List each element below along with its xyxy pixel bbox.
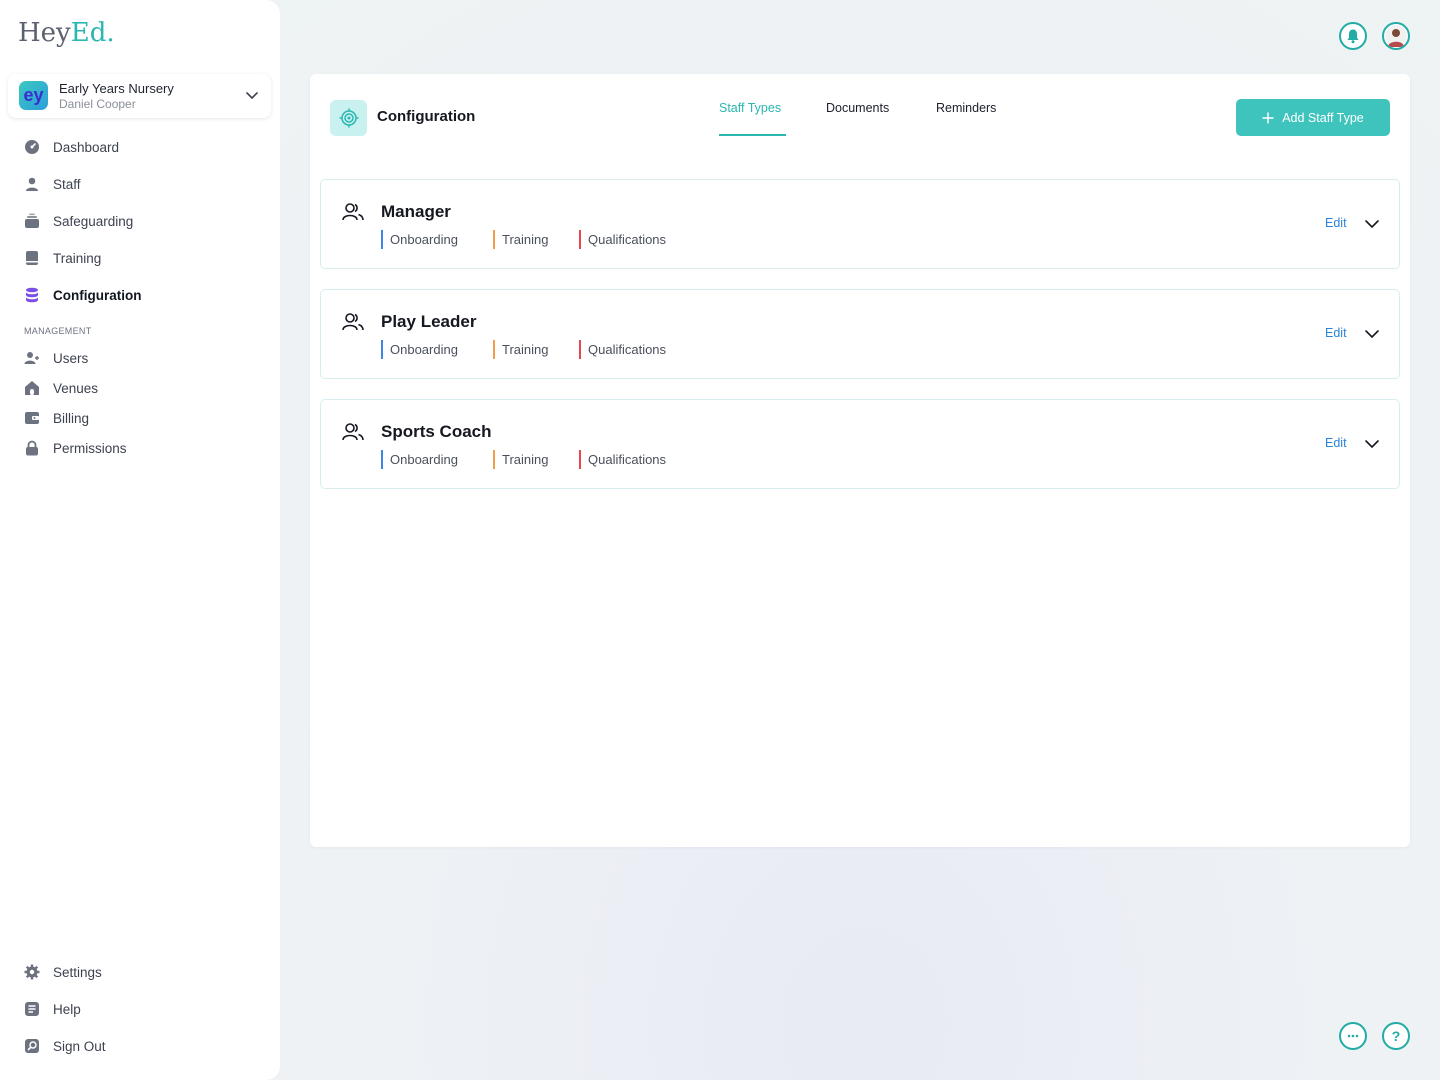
- staff-type-row[interactable]: Play Leader Onboarding Training Qualific…: [320, 289, 1400, 379]
- staff-type-row[interactable]: Sports Coach Onboarding Training Qualifi…: [320, 399, 1400, 489]
- onboarding-tag: Onboarding: [381, 450, 458, 469]
- qualifications-tag: Qualifications: [579, 340, 666, 359]
- sidebar-item-label: Training: [53, 250, 102, 266]
- help-doc-icon: [25, 1002, 39, 1016]
- users-group-icon: [342, 203, 364, 221]
- user-avatar-button[interactable]: [1382, 22, 1410, 50]
- gauge-icon: [25, 140, 39, 154]
- edit-button[interactable]: Edit: [1325, 216, 1347, 230]
- tab-staff-types[interactable]: Staff Types: [719, 101, 781, 115]
- org-user-name: Daniel Cooper: [59, 97, 136, 111]
- notifications-button[interactable]: [1339, 22, 1367, 50]
- plus-icon: [1262, 111, 1274, 124]
- onboarding-tag: Onboarding: [381, 340, 458, 359]
- chat-bubble-icon: [1347, 1034, 1359, 1038]
- training-tag: Training: [493, 230, 548, 249]
- edit-button[interactable]: Edit: [1325, 436, 1347, 450]
- sidebar-item-permissions[interactable]: Permissions: [24, 438, 127, 458]
- sign-out-icon: [25, 1039, 39, 1053]
- home-icon: [25, 381, 39, 395]
- staff-type-name: Manager: [381, 202, 451, 221]
- add-staff-type-button[interactable]: Add Staff Type: [1236, 99, 1390, 136]
- sidebar-item-dashboard[interactable]: Dashboard: [24, 137, 119, 157]
- target-icon: [339, 108, 358, 128]
- configuration-card: Configuration Staff Types Documents Remi…: [310, 74, 1410, 847]
- chevron-down-icon[interactable]: [1364, 436, 1380, 452]
- sidebar-item-label: Staff: [53, 176, 81, 192]
- configuration-header-icon: [330, 100, 367, 136]
- qualifications-tag: Qualifications: [579, 450, 666, 469]
- app-logo[interactable]: HeyEd.: [18, 18, 115, 48]
- stack-icon: [25, 213, 39, 228]
- bell-icon: [1347, 29, 1359, 44]
- logo-text-accent: Ed.: [70, 18, 115, 48]
- sidebar-item-billing[interactable]: Billing: [24, 408, 89, 428]
- sidebar-item-label: Configuration: [53, 287, 142, 303]
- book-icon: [26, 251, 38, 265]
- sidebar-item-help[interactable]: Help: [24, 999, 81, 1019]
- avatar: [1385, 25, 1407, 47]
- wallet-icon: [25, 412, 39, 424]
- sidebar-item-label: Sign Out: [53, 1038, 106, 1054]
- sidebar-item-label: Billing: [53, 410, 90, 426]
- staff-type-name: Play Leader: [381, 312, 477, 331]
- active-tab-indicator: [719, 134, 786, 136]
- sidebar-item-label: Users: [53, 350, 89, 366]
- training-tag: Training: [493, 340, 548, 359]
- sidebar-item-label: Settings: [53, 964, 102, 980]
- chevron-down-icon: [246, 92, 258, 100]
- training-tag: Training: [493, 450, 548, 469]
- sidebar-item-venues[interactable]: Venues: [24, 378, 98, 398]
- help-button[interactable]: ?: [1382, 1022, 1410, 1050]
- lock-icon: [26, 440, 38, 456]
- sidebar-item-training[interactable]: Training: [24, 248, 101, 268]
- staff-type-row[interactable]: Manager Onboarding Training Qualificatio…: [320, 179, 1400, 269]
- gear-icon: [24, 964, 40, 980]
- tab-reminders[interactable]: Reminders: [936, 101, 996, 115]
- organization-switcher[interactable]: ey Early Years Nursery Daniel Cooper: [8, 74, 271, 118]
- sidebar-item-label: Safeguarding: [53, 213, 134, 229]
- chevron-down-icon[interactable]: [1364, 326, 1380, 342]
- chat-button[interactable]: [1339, 1022, 1367, 1050]
- org-avatar: ey: [19, 81, 48, 110]
- page-title: Configuration: [377, 108, 476, 125]
- sidebar-item-users[interactable]: Users: [24, 348, 88, 368]
- org-name: Early Years Nursery: [59, 81, 174, 96]
- logo-text: Hey: [18, 18, 71, 48]
- sidebar-item-sign-out[interactable]: Sign Out: [24, 1036, 106, 1056]
- edit-button[interactable]: Edit: [1325, 326, 1347, 340]
- add-staff-type-label: Add Staff Type: [1282, 110, 1364, 125]
- users-group-icon: [342, 313, 364, 331]
- database-icon: [26, 287, 38, 303]
- sidebar-item-safeguarding[interactable]: Safeguarding: [24, 211, 133, 231]
- sidebar: HeyEd. ey Early Years Nursery Daniel Coo…: [0, 0, 280, 1080]
- chevron-down-icon[interactable]: [1364, 216, 1380, 232]
- sidebar-item-label: Dashboard: [53, 139, 120, 155]
- onboarding-tag: Onboarding: [381, 230, 458, 249]
- management-section-label: MANAGEMENT: [24, 326, 92, 336]
- sidebar-item-configuration[interactable]: Configuration: [24, 285, 141, 305]
- users-group-icon: [342, 423, 364, 441]
- sidebar-item-label: Permissions: [53, 440, 127, 456]
- qualifications-tag: Qualifications: [579, 230, 666, 249]
- staff-type-name: Sports Coach: [381, 422, 492, 441]
- tab-documents[interactable]: Documents: [826, 101, 889, 115]
- question-mark-icon: ?: [1391, 1028, 1401, 1044]
- person-icon: [26, 177, 38, 191]
- sidebar-item-settings[interactable]: Settings: [24, 962, 102, 982]
- sidebar-item-label: Venues: [53, 380, 99, 396]
- sidebar-item-label: Help: [53, 1001, 81, 1017]
- sidebar-item-staff[interactable]: Staff: [24, 174, 81, 194]
- user-add-icon: [24, 352, 39, 364]
